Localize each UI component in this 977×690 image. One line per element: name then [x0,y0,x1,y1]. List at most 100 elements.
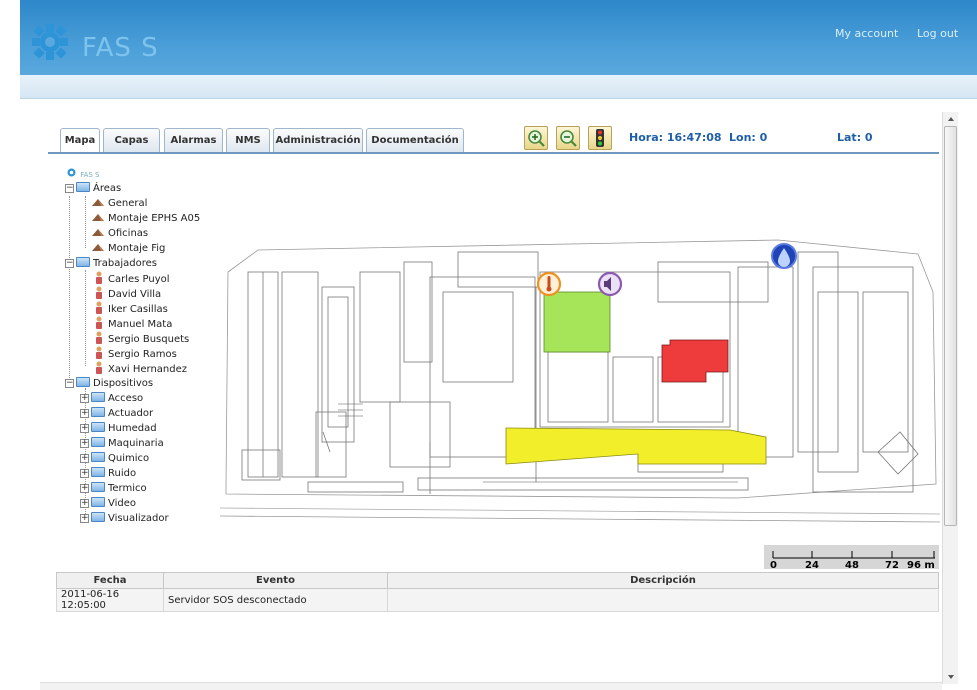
expand-toggle[interactable]: + [80,469,89,478]
humidity-marker-icon[interactable] [771,243,797,269]
tree-node-label: Áreas [93,183,122,194]
tab-nms[interactable]: NMS [226,128,270,153]
tab-alarmas[interactable]: Alarmas [164,128,223,153]
collapse-toggle[interactable]: − [65,379,74,388]
noise-marker-icon[interactable] [597,271,623,297]
worker-icon [96,301,102,314]
tree-item-label: Maquinaria [108,438,164,449]
tree-item-worker[interactable]: Manuel Mata [95,316,172,331]
traffic-light-button[interactable] [588,126,612,150]
collapse-toggle[interactable]: − [65,184,74,193]
tree-item-device-group[interactable]: + Maquinaria [80,436,164,451]
tree-item-device-group[interactable]: + Humedad [80,421,157,436]
tree-guide [85,196,86,248]
tree-guide [69,196,70,378]
expand-toggle[interactable]: + [80,394,89,403]
column-header-evento[interactable]: Evento [163,572,388,589]
worker-icon [96,316,102,329]
tree-item-worker[interactable]: Sergio Ramos [95,346,177,361]
tree-item-area[interactable]: General [91,196,147,211]
expand-toggle[interactable]: + [80,514,89,523]
tree-node-trabajadores[interactable]: − Trabajadores [65,256,157,271]
tree-item-worker[interactable]: Xavi Hernandez [95,361,187,376]
tree-item-label: Quimico [108,453,150,464]
tree-node-dispositivos[interactable]: − Dispositivos [65,376,153,391]
area-icon [92,244,104,251]
tree-item-device-group[interactable]: + Video [80,496,136,511]
tree-item-label: David Villa [108,289,162,300]
time-readout: Hora: 16:47:08 [629,131,722,144]
yellow-zone[interactable] [505,427,767,465]
tree-item-device-group[interactable]: + Actuador [80,406,153,421]
tree-item-label: Sergio Ramos [108,349,177,360]
zoom-in-button[interactable] [524,126,548,150]
folder-open-icon [76,257,90,267]
tree-item-label: Actuador [108,408,154,419]
events-table: Fecha Evento Descripción 2011-06-16 12:0… [56,572,939,612]
area-icon [92,229,104,236]
scroll-up-arrow-icon[interactable] [944,114,958,124]
tree-item-device-group[interactable]: + Quimico [80,451,149,466]
tree-item-worker[interactable]: Iker Casillas [95,301,168,316]
tab-capas[interactable]: Capas [103,128,160,153]
tree-item-worker[interactable]: Carles Puyol [95,271,170,286]
collapse-toggle[interactable]: − [65,259,74,268]
expand-toggle[interactable]: + [80,439,89,448]
sub-header-bar [20,75,977,99]
folder-icon [91,422,105,432]
vertical-scroll-thumb[interactable] [944,126,957,526]
tree-item-device-group[interactable]: + Ruido [80,466,136,481]
tree-guide [85,270,86,366]
log-out-link[interactable]: Log out [917,27,958,40]
folder-open-icon [76,182,90,192]
scroll-down-arrow-icon[interactable] [944,672,958,682]
tree-item-area[interactable]: Montaje EPHS A05 [91,211,200,226]
tree-item-area[interactable]: Montaje Fig [91,241,165,256]
cell-evento: Servidor SOS desconectado [163,588,388,612]
area-icon [92,214,104,221]
tree-item-label: Ruido [108,468,137,479]
tree-item-device-group[interactable]: + Termico [80,481,147,496]
tree-item-label: Termico [108,483,147,494]
column-header-fecha[interactable]: Fecha [56,572,164,589]
expand-toggle[interactable]: + [80,454,89,463]
folder-icon [91,392,105,402]
area-icon [92,199,104,206]
tab-administracion[interactable]: Administración [273,128,363,153]
tree-item-device-group[interactable]: + Acceso [80,391,143,406]
tree-item-area[interactable]: Oficinas [91,226,148,241]
expand-toggle[interactable]: + [80,409,89,418]
tree-item-device-group[interactable]: + Visualizador [80,511,169,526]
tree-node-areas[interactable]: − Áreas [65,181,121,196]
tab-documentacion[interactable]: Documentación [366,128,464,153]
tree-item-worker[interactable]: David Villa [95,286,161,301]
tree-item-label: Sergio Busquets [108,334,190,345]
tree-root[interactable]: FAS S [66,167,99,182]
tree-item-label: Oficinas [108,228,149,239]
zoom-out-button[interactable] [556,126,580,150]
floor-plan-map[interactable] [218,232,940,532]
tree-item-worker[interactable]: Sergio Busquets [95,331,189,346]
expand-toggle[interactable]: + [80,499,89,508]
tree-item-label: Montaje EPHS A05 [108,213,201,224]
table-row[interactable]: 2011-06-16 12:05:00 Servidor SOS descone… [56,588,939,612]
my-account-link[interactable]: My account [835,27,898,40]
worker-icon [96,286,102,299]
expand-toggle[interactable]: + [80,424,89,433]
tree-item-label: Iker Casillas [108,304,168,315]
folder-icon [91,482,105,492]
column-header-descripcion[interactable]: Descripción [387,572,939,589]
folder-icon [91,497,105,507]
tab-mapa[interactable]: Mapa [60,128,100,154]
worker-icon [96,271,102,284]
red-zone[interactable] [661,339,729,383]
scale-tick-label: 72 [885,560,899,569]
green-zone[interactable] [543,291,611,353]
thermometer-marker-icon[interactable] [536,271,562,297]
horizontal-scrollbar[interactable] [40,682,942,690]
folder-icon [91,407,105,417]
expand-toggle[interactable]: + [80,484,89,493]
tree-item-label: Xavi Hernandez [108,364,188,375]
logo-text: FAS S [82,33,159,63]
zoom-out-icon [560,130,577,147]
